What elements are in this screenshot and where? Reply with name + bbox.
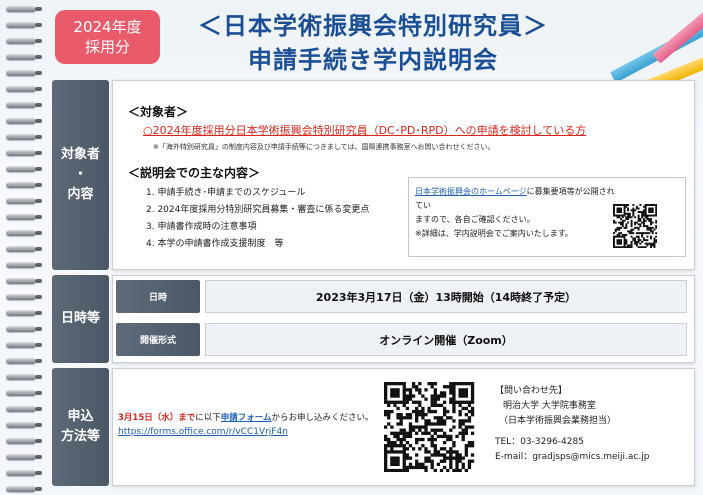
spiral-ring (6, 470, 42, 476)
year-badge: 2024年度 採用分 (55, 10, 160, 64)
qr-code-small[interactable] (613, 204, 657, 248)
contact-org1: 明治大学 大学院事務室 (503, 401, 596, 411)
spiral-ring (6, 278, 42, 284)
spiral-ring (6, 54, 42, 60)
spiral-binding (0, 0, 42, 495)
spiral-ring (6, 262, 42, 268)
badge-line2: 採用分 (84, 38, 130, 56)
contact-heading: 【問い合わせ先】 (495, 386, 568, 396)
format-value: オンライン開催（Zoom） (205, 323, 687, 356)
label-target-2: ・ (73, 167, 87, 182)
spiral-ring (6, 438, 42, 444)
spiral-ring (6, 486, 42, 492)
content-heading: ＜説明会での主な内容＞ (128, 166, 261, 180)
title-line2: 申請手続き学内説明会 (248, 46, 498, 74)
contact-org2: （日本学術振興会業務担当） (499, 416, 617, 426)
spiral-ring (6, 134, 42, 140)
section-label-target: 対象者 ・ 内容 (52, 80, 109, 270)
section-label-apply: 申込 方法等 (52, 368, 109, 486)
spiral-ring (6, 150, 42, 156)
apply-mid: に以下 (195, 413, 221, 423)
spiral-ring (6, 294, 42, 300)
info-text-block: 日本学術振興会のホームページに募集要項等が公開されてい ますので、各自ご確認くだ… (415, 185, 615, 241)
spiral-ring (6, 86, 42, 92)
info-text-2: ますので、各自ご確認ください。 (415, 215, 535, 224)
apply-instructions: 3月15日（水）までに以下申請フォームからお申し込みください。 (118, 411, 374, 423)
target-text: ○2024年度採用分日本学術振興会特別研究員（DC･PD･RPD）への申請を検討… (143, 124, 587, 137)
label-target-1: 対象者 (60, 147, 100, 162)
section-label-datetime: 日時等 (52, 275, 109, 363)
qr-code-large[interactable] (384, 382, 478, 472)
spiral-ring (6, 166, 42, 172)
content-item-3: 3. 申請書作成時の注意事項 (146, 222, 257, 232)
date-value: 2023年3月17日（金）13時開始（14時終了予定） (205, 280, 687, 313)
spiral-ring (6, 390, 42, 396)
spiral-ring (6, 182, 42, 188)
spiral-ring (6, 358, 42, 364)
content-item-2: 2. 2024年度採用分特別研究員募集・審査に係る変更点 (146, 205, 370, 215)
target-heading: ＜対象者＞ (128, 105, 189, 119)
spiral-ring (6, 6, 42, 12)
spiral-ring (6, 214, 42, 220)
date-tab: 日時 (116, 280, 200, 313)
badge-line1: 2024年度 (73, 18, 142, 36)
spiral-ring (6, 198, 42, 204)
contact-block: 【問い合わせ先】 明治大学 大学院事務室 （日本学術振興会業務担当） TEL：0… (495, 384, 649, 465)
form-url-link[interactable]: https://forms.office.com/r/vCC1VrjF4n (118, 427, 288, 437)
spiral-ring (6, 374, 42, 380)
spiral-ring (6, 246, 42, 252)
content-item-4: 4. 本学の申請書作成支援制度 等 (146, 239, 284, 249)
info-text-3: ※詳細は、学内説明会でご案内いたします。 (415, 229, 573, 238)
spiral-ring (6, 422, 42, 428)
label-datetime: 日時等 (60, 311, 100, 326)
spiral-ring (6, 118, 42, 124)
contact-email: E-mail：gradjsps@mics.meiji.ac.jp (495, 452, 650, 462)
title-line1: ＜日本学術振興会特別研究員＞ (198, 12, 548, 40)
spiral-ring (6, 230, 42, 236)
info-box: 日本学術振興会のホームページに募集要項等が公開されてい ますので、各自ご確認くだ… (408, 177, 686, 257)
spiral-ring (6, 326, 42, 332)
spiral-ring (6, 454, 42, 460)
spiral-ring (6, 310, 42, 316)
apply-deadline: 3月15日（水）まで (118, 413, 196, 423)
spiral-ring (6, 342, 42, 348)
contact-tel: TEL：03-3296-4285 (495, 437, 584, 447)
content-item-1: 1. 申請手続き･申請までのスケジュール (146, 188, 306, 198)
spiral-ring (6, 70, 42, 76)
apply-tail: からお申し込みください。 (271, 413, 374, 423)
spiral-ring (6, 22, 42, 28)
format-tab: 開催形式 (116, 323, 200, 356)
label-target-3: 内容 (67, 187, 94, 202)
spiral-ring (6, 406, 42, 412)
spiral-ring (6, 38, 42, 44)
label-apply-2: 方法等 (60, 429, 100, 444)
target-note: ※「海外特別研究員」の制度内容及び申請手続等につきましては、国際連携事務室へお問… (153, 143, 495, 151)
jsps-homepage-link[interactable]: 日本学術振興会のホームページ (415, 187, 527, 196)
application-form-link[interactable]: 申請フォーム (221, 413, 272, 423)
spiral-ring (6, 102, 42, 108)
label-apply-1: 申込 (67, 409, 94, 424)
